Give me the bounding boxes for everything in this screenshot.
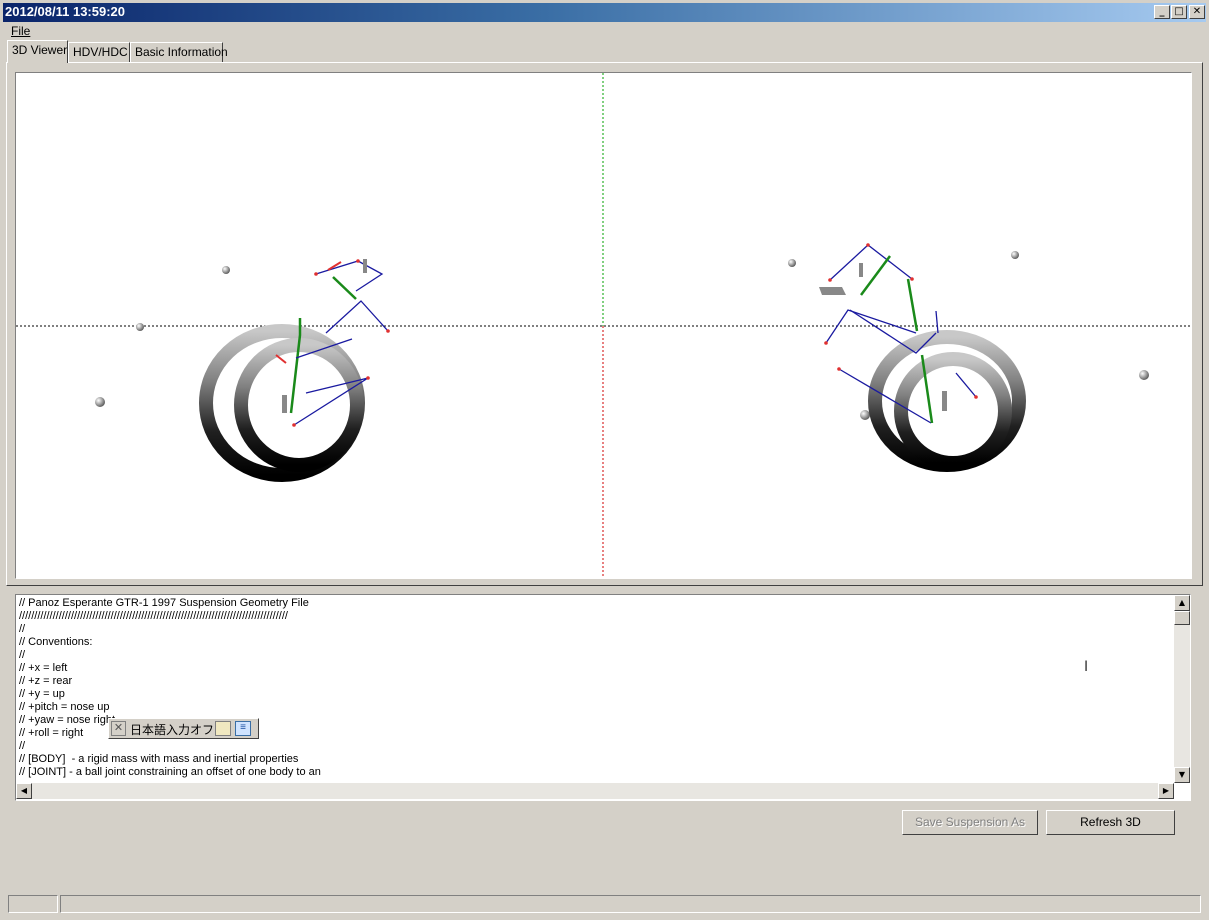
ime-pad-icon[interactable] bbox=[215, 721, 231, 736]
close-button[interactable]: ✕ bbox=[1189, 5, 1205, 19]
editor-line: // +x = left bbox=[19, 662, 68, 674]
editor-content[interactable]: // Panoz Esperante GTR-1 1997 Suspension… bbox=[19, 597, 1169, 781]
editor-line: // Conventions: bbox=[19, 636, 93, 648]
tab-basic-information[interactable]: Basic Information bbox=[130, 42, 228, 62]
ime-mode-label[interactable]: 日本語入力オフ bbox=[130, 721, 214, 738]
refresh-3d-button[interactable]: Refresh 3D bbox=[1046, 810, 1175, 835]
editor-line: // bbox=[19, 623, 26, 635]
editor-line: // [JOINT] - a ball joint constraining a… bbox=[19, 766, 321, 778]
vertical-scrollbar[interactable]: ▲ ▼ bbox=[1174, 595, 1190, 783]
minimize-button[interactable]: _ bbox=[1154, 5, 1170, 19]
reference-ball bbox=[222, 266, 230, 274]
reference-ball bbox=[860, 410, 870, 420]
editor-line: // [BODY] - a rigid mass with mass and i… bbox=[19, 753, 299, 765]
scroll-thumb[interactable] bbox=[1174, 611, 1190, 625]
scroll-left-icon[interactable]: ◀ bbox=[16, 783, 32, 799]
editor-line: // Panoz Esperante GTR-1 1997 Suspension… bbox=[19, 597, 309, 609]
ime-menu-icon[interactable]: ≡ bbox=[235, 721, 251, 736]
editor-line: ////////////////////////////////////////… bbox=[19, 610, 288, 622]
ime-close-icon[interactable]: ✕ bbox=[111, 721, 126, 736]
editor-line: // +pitch = nose up bbox=[19, 701, 110, 713]
reference-ball bbox=[1011, 251, 1019, 259]
scroll-down-icon[interactable]: ▼ bbox=[1174, 767, 1190, 783]
3d-viewport[interactable] bbox=[15, 72, 1192, 579]
window-title: 2012/08/11 13:59:20 bbox=[5, 4, 125, 19]
maximize-button[interactable]: □ bbox=[1171, 5, 1187, 19]
scroll-up-icon[interactable]: ▲ bbox=[1174, 595, 1190, 611]
reference-ball bbox=[788, 259, 796, 267]
tab-hdv-hdc[interactable]: HDV/HDC bbox=[68, 42, 130, 62]
menu-file[interactable]: File bbox=[11, 24, 30, 38]
editor-line: // bbox=[19, 740, 26, 752]
horizontal-scrollbar[interactable]: ◀ ▶ bbox=[16, 783, 1174, 799]
tab-3d-viewer[interactable]: 3D Viewer bbox=[7, 40, 68, 63]
title-bar[interactable]: 2012/08/11 13:59:20 _ □ ✕ bbox=[3, 3, 1206, 22]
reference-ball bbox=[136, 323, 144, 331]
suspension-text-editor[interactable]: // Panoz Esperante GTR-1 1997 Suspension… bbox=[15, 594, 1191, 801]
3d-scene bbox=[16, 73, 1191, 578]
text-cursor-icon: I bbox=[1084, 659, 1089, 675]
editor-line: // +z = rear bbox=[19, 675, 73, 687]
reference-ball bbox=[95, 397, 105, 407]
editor-line: // bbox=[19, 649, 26, 661]
editor-line: // +y = up bbox=[19, 688, 65, 700]
status-panel-1 bbox=[8, 895, 58, 913]
save-suspension-as-button[interactable]: Save Suspension As bbox=[902, 810, 1038, 835]
reference-ball bbox=[1139, 370, 1149, 380]
menu-bar: File bbox=[3, 22, 1206, 40]
ime-toolbar[interactable]: ✕ 日本語入力オフ ≡ bbox=[108, 718, 259, 739]
status-panel-2 bbox=[60, 895, 1201, 913]
scroll-right-icon[interactable]: ▶ bbox=[1158, 783, 1174, 799]
